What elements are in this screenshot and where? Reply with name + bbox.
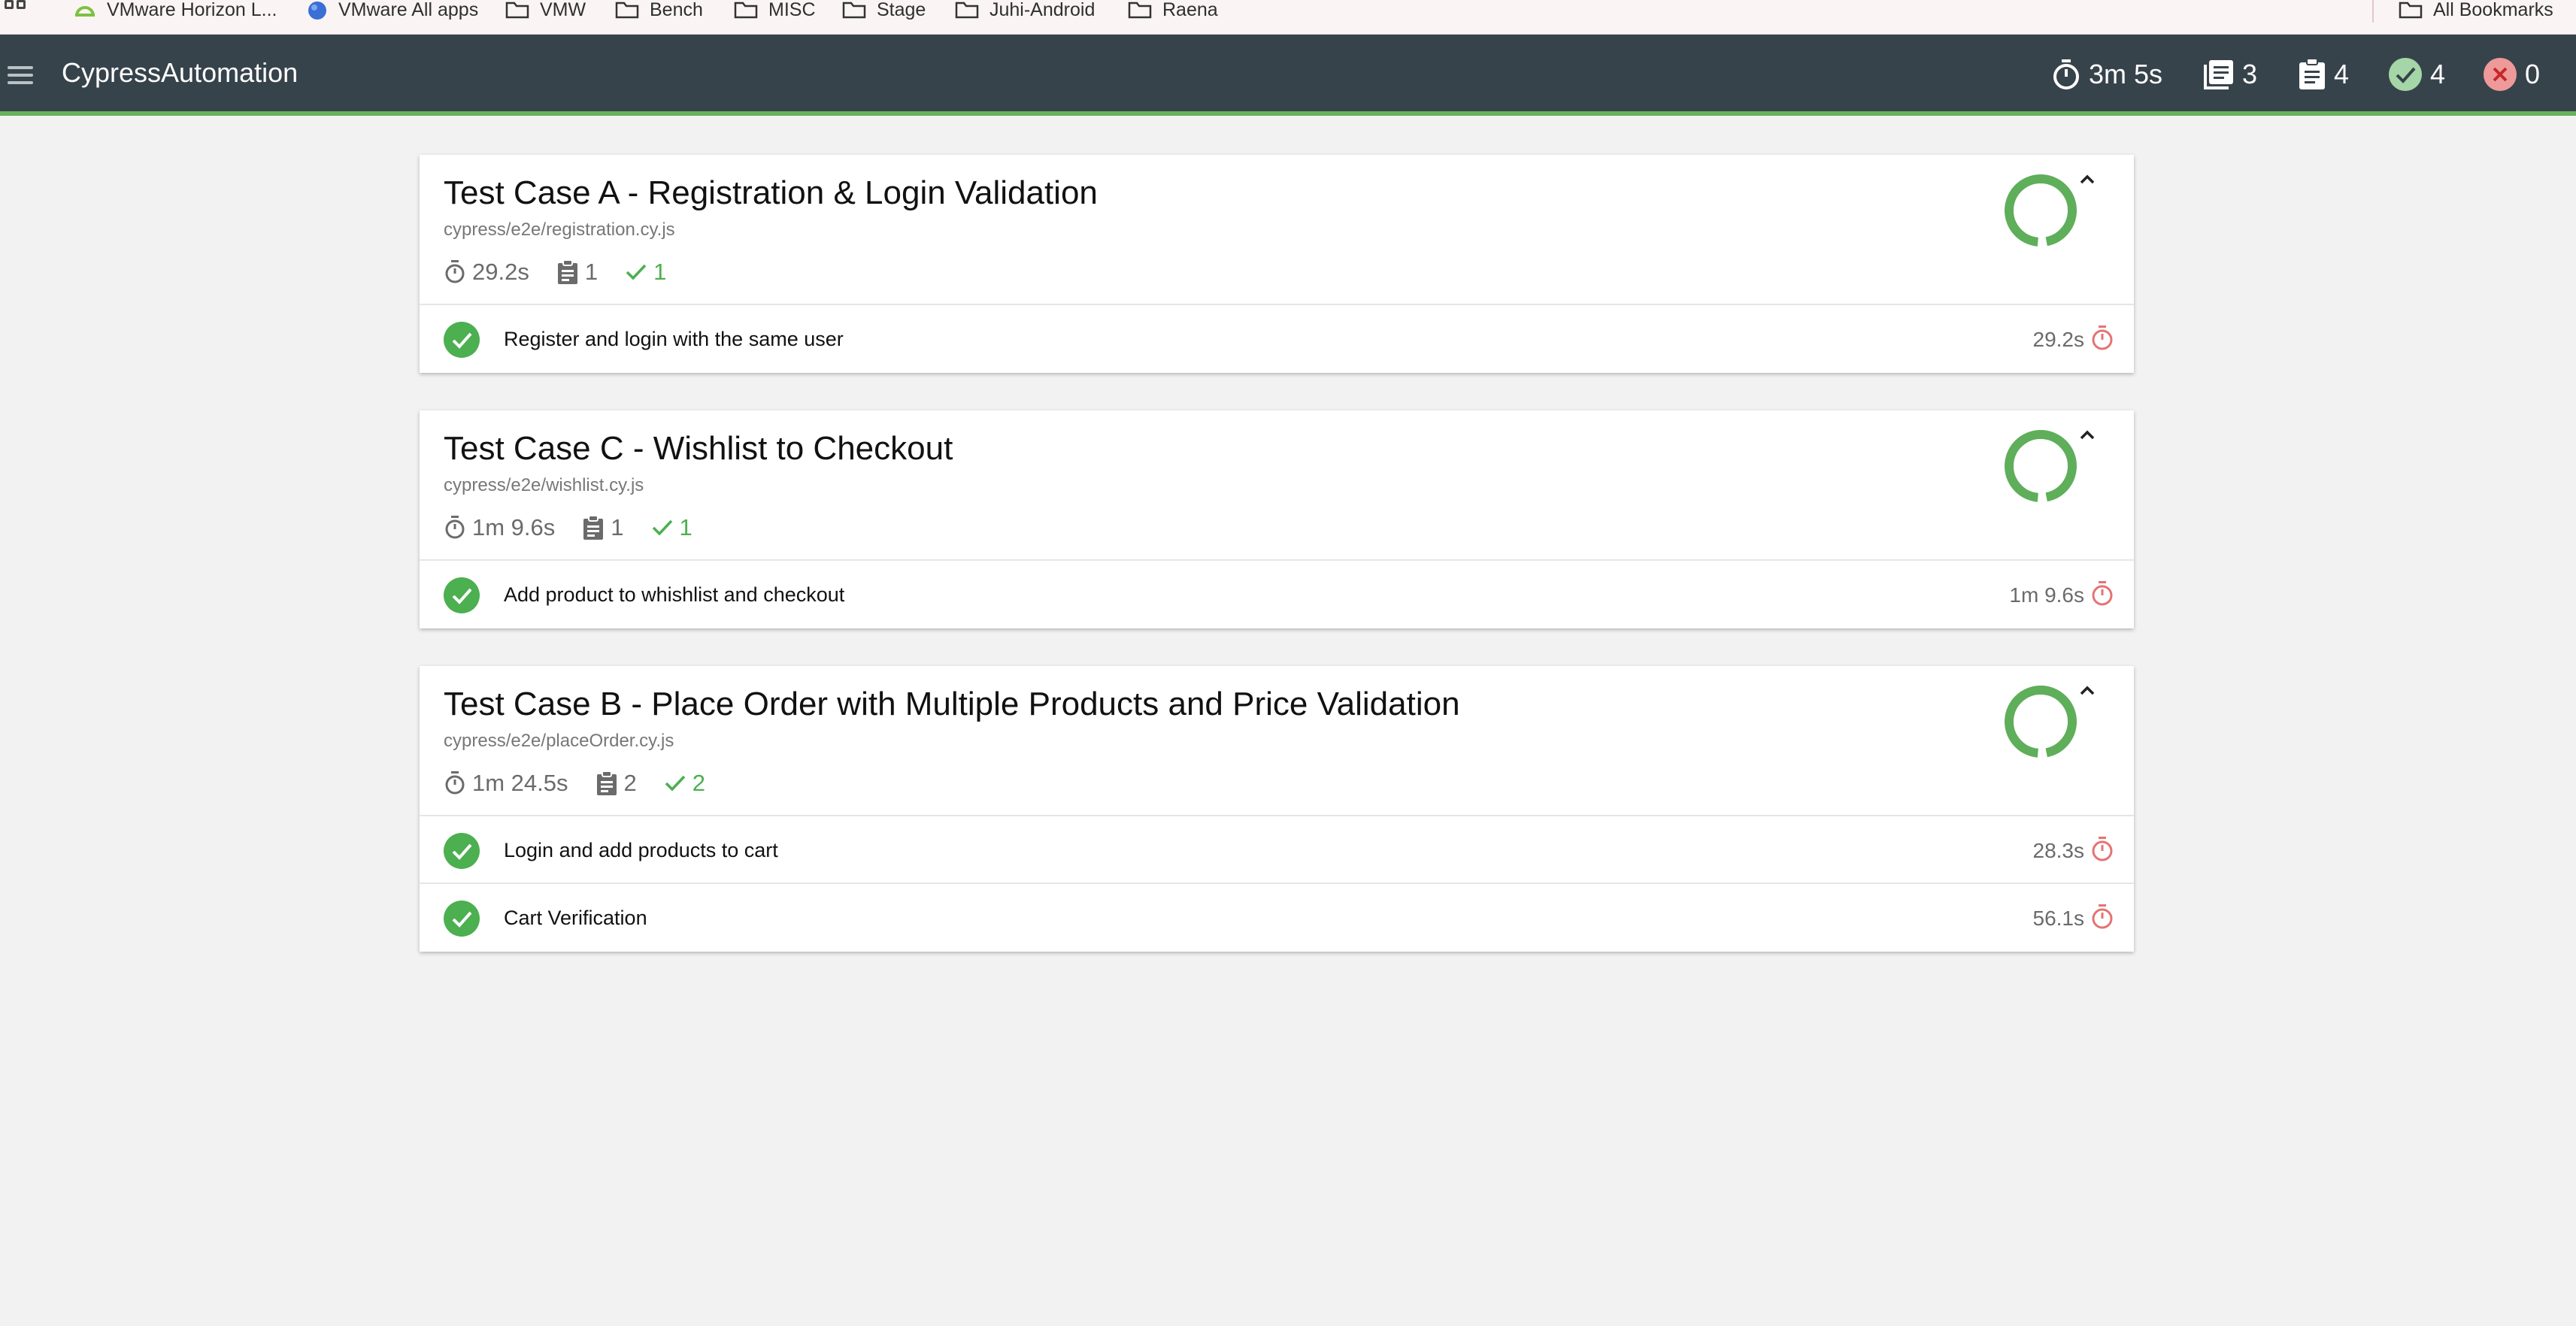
passed-stat: 4	[2388, 56, 2445, 93]
clipboard-icon	[2299, 58, 2325, 89]
test-duration: 29.2s	[2032, 328, 2085, 351]
suite-card: Test Case A - Registration & Login Valid…	[420, 155, 2134, 373]
menu-icon[interactable]	[8, 66, 33, 84]
total-suites-stat: 3	[2203, 56, 2257, 93]
suite-passed-count: 1	[651, 514, 692, 541]
test-duration: 1m 9.6s	[2009, 583, 2084, 607]
total-duration-stat: 3m 5s	[2051, 56, 2162, 93]
test-title: Register and login with the same user	[504, 328, 844, 350]
app-title: CypressAutomation	[62, 57, 299, 88]
suite-duration: 29.2s	[444, 259, 529, 286]
test-title: Cart Verification	[504, 907, 647, 929]
suite-header: Test Case A - Registration & Login Valid…	[420, 155, 2134, 305]
test-title: Login and add products to cart	[504, 839, 778, 861]
check-icon	[665, 775, 686, 792]
suite-tests-count: 2	[596, 770, 637, 797]
suite-header: Test Case B - Place Order with Multiple …	[420, 666, 2134, 816]
globe-icon	[308, 2, 326, 20]
pass-check-icon	[444, 833, 480, 869]
suite-title: Test Case A - Registration & Login Valid…	[444, 174, 1098, 211]
suite-duration: 1m 24.5s	[444, 770, 568, 797]
timer-icon	[2092, 837, 2113, 861]
timer-icon	[2092, 581, 2113, 606]
test-duration: 56.1s	[2032, 907, 2085, 930]
suite-duration: 1m 9.6s	[444, 514, 555, 541]
suite-file: cypress/e2e/placeOrder.cy.js	[444, 731, 674, 751]
timer-icon	[445, 771, 465, 795]
pass-check-icon	[444, 322, 480, 358]
bookmark-raena[interactable]: Raena	[1128, 0, 1218, 20]
apps-grid-icon[interactable]	[5, 0, 29, 21]
folder-icon	[615, 2, 639, 19]
test-row[interactable]: Cart Verification 56.1s	[420, 884, 2134, 952]
pass-check-icon	[444, 901, 480, 937]
folder-icon	[505, 2, 529, 19]
test-row[interactable]: Login and add products to cart 28.3s	[420, 816, 2134, 884]
total-tests-stat: 4	[2298, 56, 2349, 93]
bookmark-vmware-all-apps[interactable]: VMware All apps	[307, 0, 478, 20]
suite-title: Test Case C - Wishlist to Checkout	[444, 430, 953, 467]
test-row[interactable]: Add product to whishlist and checkout 1m…	[420, 561, 2134, 628]
suite-pass-donut	[2005, 430, 2077, 502]
suites-icon	[2204, 60, 2233, 89]
folder-icon	[1128, 2, 1152, 19]
pass-check-icon	[444, 577, 480, 613]
test-duration: 28.3s	[2032, 839, 2085, 862]
folder-icon	[955, 2, 979, 19]
clipboard-icon	[596, 770, 617, 795]
folder-icon	[2399, 2, 2423, 19]
bookmark-stage[interactable]: Stage	[842, 0, 926, 20]
bookmark-misc[interactable]: MISC	[734, 0, 816, 20]
check-circle-icon	[2389, 58, 2422, 91]
bookmark-juhi-android[interactable]: Juhi-Android	[955, 0, 1095, 20]
bookmark-vmware-horizon[interactable]: VMware Horizon L...	[74, 0, 277, 20]
suite-meta: 1m 9.6s 1 1	[444, 514, 720, 541]
suite-title: Test Case B - Place Order with Multiple …	[444, 686, 1460, 722]
collapse-chevron-icon[interactable]	[2077, 683, 2098, 699]
check-icon	[652, 519, 672, 536]
bookmarks-divider	[2372, 0, 2374, 23]
suite-pass-donut	[2005, 174, 2077, 247]
collapse-chevron-icon[interactable]	[2077, 171, 2098, 188]
folder-icon	[842, 2, 866, 19]
bookmarks-bar: VMware Horizon L... VMware All apps VMW …	[0, 0, 2576, 35]
horizon-icon	[75, 6, 95, 17]
bookmark-vmw[interactable]: VMW	[505, 0, 586, 20]
bookmark-bench[interactable]: Bench	[615, 0, 703, 20]
suite-meta: 1m 24.5s 2 2	[444, 770, 732, 797]
suite-tests-count: 1	[556, 259, 598, 286]
suite-pass-donut	[2005, 686, 2077, 758]
suite-file: cypress/e2e/registration.cy.js	[444, 219, 675, 240]
clipboard-icon	[583, 515, 604, 540]
failed-stat: 0	[2483, 56, 2540, 93]
timer-icon	[2053, 59, 2079, 89]
clipboard-icon	[557, 259, 577, 284]
timer-icon	[445, 516, 465, 539]
suite-file: cypress/e2e/wishlist.cy.js	[444, 475, 644, 495]
suite-card: Test Case C - Wishlist to Checkout cypre…	[420, 410, 2134, 628]
check-icon	[626, 264, 647, 280]
suite-tests-count: 1	[582, 514, 624, 541]
collapse-chevron-icon[interactable]	[2077, 427, 2098, 444]
app-topbar: CypressAutomation 3m 5s 3 4 4 0	[0, 35, 2576, 116]
test-row[interactable]: Register and login with the same user 29…	[420, 305, 2134, 373]
folder-icon	[734, 2, 758, 19]
test-title: Add product to whishlist and checkout	[504, 583, 845, 606]
timer-icon	[445, 260, 465, 283]
suite-passed-count: 2	[664, 770, 705, 797]
fail-circle-icon	[2484, 58, 2517, 91]
bookmark-all-bookmarks[interactable]: All Bookmarks	[2399, 0, 2553, 20]
timer-icon	[2092, 904, 2113, 929]
suite-header: Test Case C - Wishlist to Checkout cypre…	[420, 410, 2134, 561]
suite-passed-count: 1	[625, 259, 666, 286]
suite-card: Test Case B - Place Order with Multiple …	[420, 666, 2134, 952]
suite-meta: 29.2s 1 1	[444, 259, 693, 286]
timer-icon	[2092, 325, 2113, 350]
